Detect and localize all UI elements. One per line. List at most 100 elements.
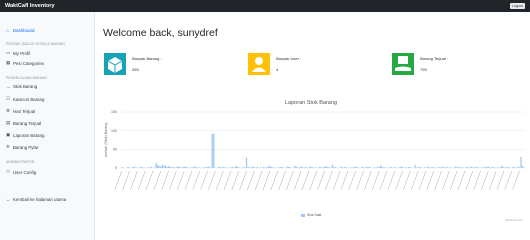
bar — [242, 166, 245, 168]
sidebar-item-laporan-barang[interactable]: ▣ Laporan Barang — [6, 132, 45, 138]
bar — [286, 166, 288, 168]
sidebar-item-label: Pesi Categories — [13, 60, 44, 66]
bar — [365, 166, 368, 168]
x-tick-label — [488, 170, 497, 191]
bar — [132, 167, 134, 168]
x-tick-label — [449, 170, 458, 191]
bar — [345, 167, 347, 168]
y-tick-label: 100 — [111, 129, 117, 133]
bar — [269, 165, 271, 168]
bar — [333, 167, 335, 168]
x-tick-label — [130, 170, 138, 191]
x-tick-label — [278, 170, 286, 191]
legend-label: Stok Saat — [307, 213, 322, 217]
logout-button[interactable]: Logout — [510, 3, 525, 9]
bar — [160, 166, 162, 168]
y-tick-label: 150 — [111, 110, 117, 114]
bar — [249, 166, 251, 168]
x-tick-label — [231, 170, 240, 191]
sidebar-item-user-config[interactable]: ⚇ User Config — [6, 169, 36, 175]
x-tick-label — [512, 170, 520, 191]
x-tick-label — [387, 170, 395, 191]
bar — [367, 167, 369, 168]
bar — [437, 166, 439, 168]
bar — [376, 166, 379, 168]
bar — [133, 166, 135, 168]
sidebar-item-label: Hari Terjual — [13, 108, 36, 114]
sidebar-item-hari-terjual[interactable]: ⚙ Hari Terjual — [6, 108, 35, 114]
main-content: Welcome back, sunydref Banyak Barang : 3… — [95, 12, 530, 240]
bar — [236, 166, 238, 168]
bar — [270, 166, 273, 168]
sidebar-item-kategori-barang[interactable]: ☷ Katecori Barang — [6, 96, 45, 102]
x-tick-label — [239, 170, 247, 191]
chart-legend[interactable]: Stok Saat — [301, 213, 321, 217]
x-tick-label — [332, 170, 341, 191]
gear-icon: ⚙ — [6, 108, 11, 113]
bar — [450, 167, 452, 168]
x-tick-label — [215, 170, 224, 191]
bar — [414, 165, 416, 168]
y-tick-label: 0 — [115, 166, 117, 170]
x-tick-label — [208, 170, 216, 191]
bar — [272, 167, 274, 168]
bar — [302, 167, 304, 168]
bar — [355, 166, 357, 168]
bar — [323, 166, 326, 168]
x-tick-label — [270, 170, 278, 191]
bar — [492, 166, 494, 168]
x-tick-label — [184, 170, 193, 191]
sidebar-item-barang-terjual[interactable]: ▤ Barang Terjual — [6, 120, 41, 126]
bar — [369, 166, 371, 168]
x-tick-label — [340, 170, 349, 191]
x-tick-label — [122, 170, 130, 191]
legend-swatch — [301, 213, 305, 217]
sidebar-item-label: Stok Barang — [13, 84, 38, 89]
bar — [147, 167, 149, 168]
x-tick-label — [410, 170, 419, 191]
bar — [514, 167, 516, 168]
bar — [238, 167, 240, 168]
y-tick-label: 50 — [113, 148, 117, 152]
sidebar-back-link[interactable]: ← Kembali ke halaman utama — [6, 197, 66, 202]
bar — [458, 166, 460, 168]
bar — [208, 166, 210, 168]
bar — [178, 166, 181, 168]
x-tick-label — [395, 170, 403, 191]
bar — [419, 166, 421, 168]
bar — [171, 167, 173, 168]
bar — [490, 167, 493, 168]
box-icon — [103, 50, 127, 78]
chart-credit: Highcharts.com — [505, 219, 524, 222]
x-tick-label — [309, 170, 317, 191]
x-tick-label — [496, 170, 505, 191]
bar — [259, 167, 262, 168]
sidebar-item-stok-barang[interactable]: → Stok Barang — [6, 84, 37, 89]
bar — [394, 167, 396, 168]
sidebar-item-dashboard[interactable]: ⌂ Dashboard — [6, 28, 34, 33]
sidebar-item-barang-pylar[interactable]: ✲ Barang Pylar — [6, 144, 38, 150]
sidebar-item-categories[interactable]: ▦ Pesi Categories — [6, 60, 44, 66]
bar — [445, 166, 447, 168]
bar — [373, 167, 376, 168]
sidebar-item-label: Kembali ke halaman utama — [13, 197, 67, 202]
sidebar-section-management: PENGELOLAAN BARANG — [6, 76, 48, 80]
bar — [194, 166, 196, 168]
sidebar-item-my-profil[interactable]: ▭ My Profil — [6, 50, 30, 56]
stat-label: Banyak Barang : — [132, 56, 162, 61]
app-title[interactable]: WaktCafI Inventory — [5, 3, 55, 9]
x-tick-label — [426, 170, 434, 191]
stat-value: 795 — [420, 67, 427, 72]
bar — [339, 167, 341, 168]
bar — [344, 166, 346, 168]
bar — [497, 167, 499, 168]
bar — [404, 167, 407, 168]
bar — [305, 166, 307, 168]
bar — [288, 166, 290, 168]
bar — [503, 167, 505, 168]
x-tick-label — [465, 170, 473, 191]
x-tick-label — [325, 170, 333, 191]
bar — [341, 166, 343, 168]
bar — [389, 166, 391, 168]
bar — [517, 166, 519, 168]
